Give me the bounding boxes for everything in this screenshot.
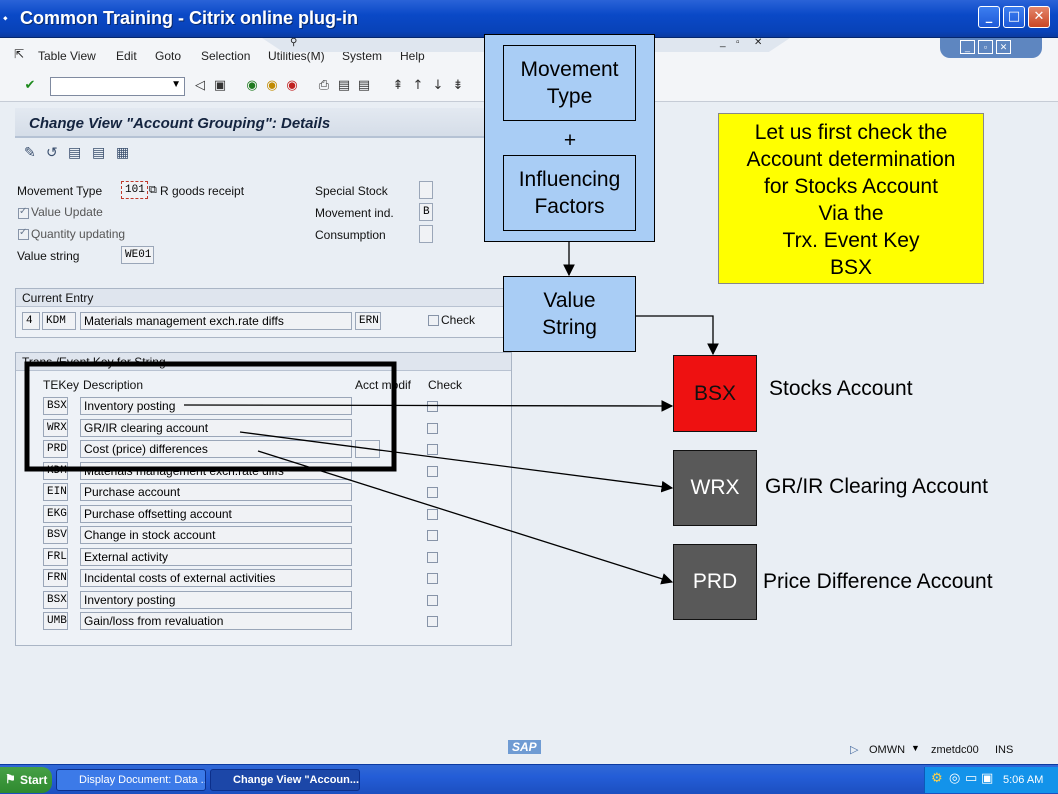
system-tray: ⚙ ◎ ▭ ▣ 5:06 AM xyxy=(924,767,1058,793)
note-line-3: for Stocks Account xyxy=(764,175,938,198)
arrow-value-string-to-bsx xyxy=(635,315,719,356)
taskbar-item-change-view[interactable]: Change View "Accoun... xyxy=(210,769,360,791)
sap-logo: SAP xyxy=(508,740,541,754)
influencing-line2: Factors xyxy=(534,195,605,218)
wrx-account-label: GR/IR Clearing Account xyxy=(765,475,988,498)
status-mode: INS xyxy=(995,744,1014,756)
tray-app-icon[interactable]: ▣ xyxy=(981,771,993,786)
windows-logo-icon: ⚑ xyxy=(5,772,16,786)
movement-type-line2: Type xyxy=(546,85,593,108)
taskbar-item-display-document[interactable]: Display Document: Data ... xyxy=(56,769,206,791)
bsx-box: BSX xyxy=(673,355,757,432)
arrow-to-wrx xyxy=(239,431,674,493)
wrx-box: WRX xyxy=(673,450,757,526)
movement-type-box: Movement Type xyxy=(503,45,636,121)
value-string-box: Value String xyxy=(503,276,636,352)
status-dropdown-icon[interactable]: ▼ xyxy=(911,743,920,753)
note-line-1: Let us first check the xyxy=(754,121,948,144)
status-system: OMWN xyxy=(869,744,906,756)
plus-sign: + xyxy=(563,129,577,152)
start-button[interactable]: ⚑ Start xyxy=(0,767,52,793)
value-string-line1: Value xyxy=(543,289,596,312)
status-bar: SAP ▷ OMWN ▼ zmetdc00 INS xyxy=(0,738,1058,764)
highlight-frame xyxy=(24,361,397,472)
bsx-account-label: Stocks Account xyxy=(769,377,913,400)
prd-account-label: Price Difference Account xyxy=(763,570,993,593)
start-label: Start xyxy=(20,773,48,787)
prd-box: PRD xyxy=(673,544,757,620)
note-line-6: BSX xyxy=(829,256,873,279)
influencing-line1: Influencing xyxy=(518,168,621,191)
note-callout: Let us first check the Account determina… xyxy=(718,113,984,284)
influencing-factors-box: Influencing Factors xyxy=(503,155,636,231)
note-line-5: Trx. Event Key xyxy=(782,229,920,252)
status-expand-icon[interactable]: ▷ xyxy=(850,743,858,756)
arrow-to-prd xyxy=(257,450,674,585)
note-line-4: Via the xyxy=(818,202,884,225)
tray-network-icon[interactable]: ⚙ xyxy=(931,771,943,786)
status-server: zmetdc00 xyxy=(931,744,979,756)
tray-display-icon[interactable]: ▭ xyxy=(965,771,977,786)
note-line-2: Account determination xyxy=(746,148,956,171)
movement-type-line1: Movement xyxy=(520,58,619,81)
arrow-to-bsx xyxy=(183,400,674,412)
taskbar: ⚑ Start Display Document: Data ... Chang… xyxy=(0,764,1058,794)
value-string-line2: String xyxy=(542,316,597,339)
tray-security-icon[interactable]: ◎ xyxy=(949,771,960,786)
clock: 5:06 AM xyxy=(1003,774,1044,786)
